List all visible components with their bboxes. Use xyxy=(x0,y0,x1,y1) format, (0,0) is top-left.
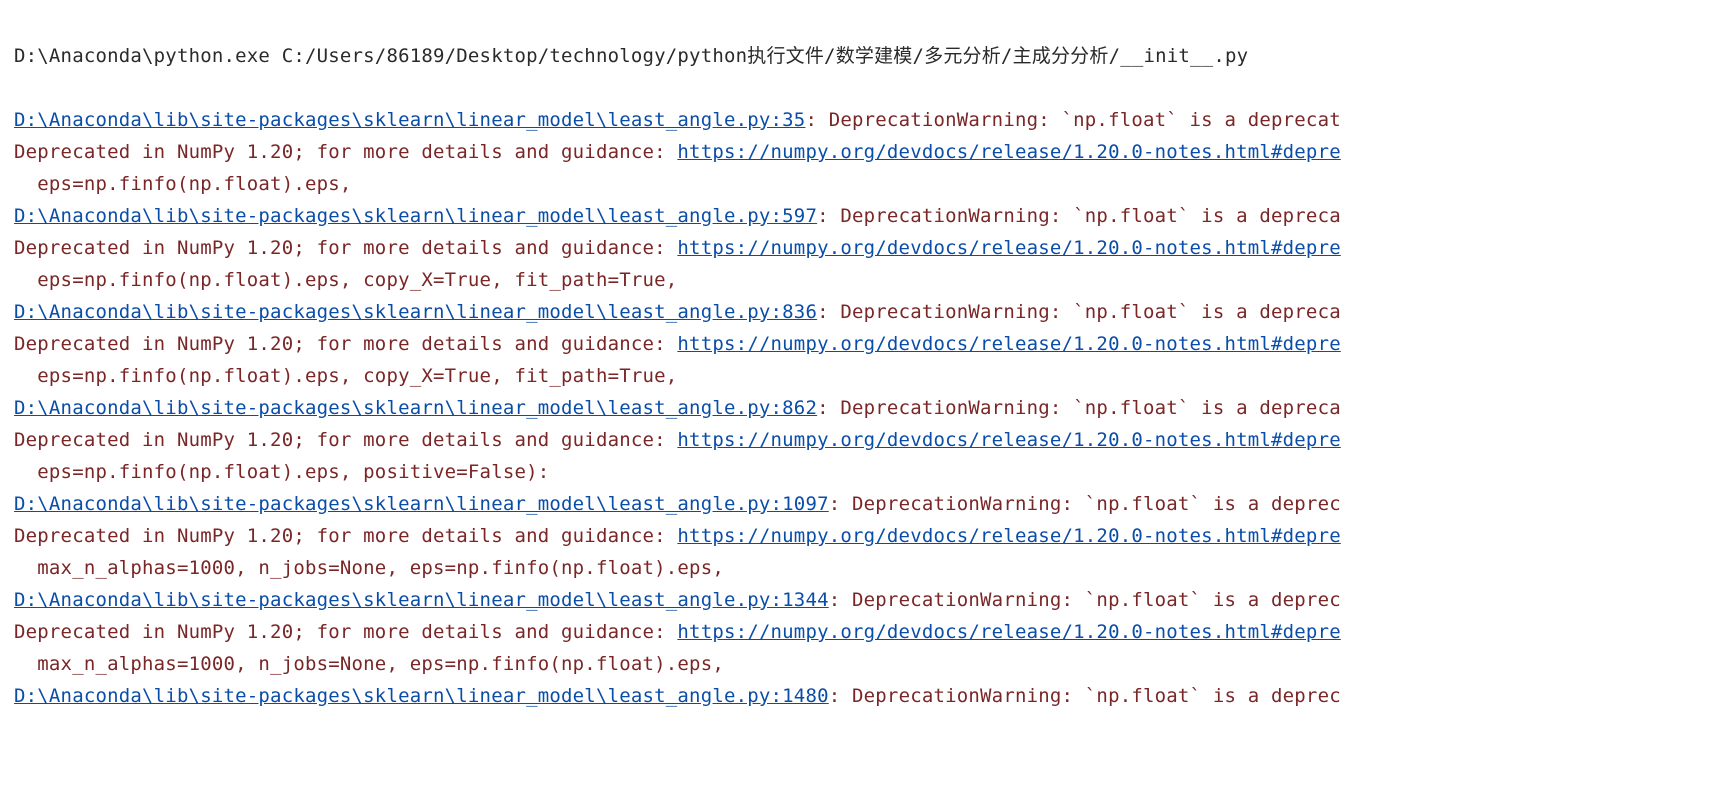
warning-message: : DeprecationWarning: `np.float` is a de… xyxy=(829,685,1341,707)
command-line: D:\Anaconda\python.exe C:/Users/86189/De… xyxy=(14,40,1722,72)
warning-file-line: D:\Anaconda\lib\site-packages\sklearn\li… xyxy=(14,680,1722,712)
warning-file-line: D:\Anaconda\lib\site-packages\sklearn\li… xyxy=(14,200,1722,232)
warning-message: : DeprecationWarning: `np.float` is a de… xyxy=(829,589,1341,611)
warning-code-line: eps=np.finfo(np.float).eps, xyxy=(14,168,1722,200)
guidance-url[interactable]: https://numpy.org/devdocs/release/1.20.0… xyxy=(677,525,1340,547)
guidance-text: Deprecated in NumPy 1.20; for more detai… xyxy=(14,525,677,547)
guidance-text: Deprecated in NumPy 1.20; for more detai… xyxy=(14,141,677,163)
file-link[interactable]: D:\Anaconda\lib\site-packages\sklearn\li… xyxy=(14,301,817,323)
guidance-text: Deprecated in NumPy 1.20; for more detai… xyxy=(14,429,677,451)
guidance-text: Deprecated in NumPy 1.20; for more detai… xyxy=(14,237,677,259)
guidance-url[interactable]: https://numpy.org/devdocs/release/1.20.0… xyxy=(677,237,1340,259)
warning-message: : DeprecationWarning: `np.float` is a de… xyxy=(817,205,1341,227)
warning-message: : DeprecationWarning: `np.float` is a de… xyxy=(805,109,1340,131)
warning-file-line: D:\Anaconda\lib\site-packages\sklearn\li… xyxy=(14,104,1722,136)
warning-file-line: D:\Anaconda\lib\site-packages\sklearn\li… xyxy=(14,584,1722,616)
warning-message: : DeprecationWarning: `np.float` is a de… xyxy=(817,301,1341,323)
file-link[interactable]: D:\Anaconda\lib\site-packages\sklearn\li… xyxy=(14,205,817,227)
file-link[interactable]: D:\Anaconda\lib\site-packages\sklearn\li… xyxy=(14,397,817,419)
guidance-text: Deprecated in NumPy 1.20; for more detai… xyxy=(14,621,677,643)
warning-guidance-line: Deprecated in NumPy 1.20; for more detai… xyxy=(14,328,1722,360)
warning-guidance-line: Deprecated in NumPy 1.20; for more detai… xyxy=(14,616,1722,648)
warning-code-line: max_n_alphas=1000, n_jobs=None, eps=np.f… xyxy=(14,552,1722,584)
warning-guidance-line: Deprecated in NumPy 1.20; for more detai… xyxy=(14,136,1722,168)
file-link[interactable]: D:\Anaconda\lib\site-packages\sklearn\li… xyxy=(14,685,829,707)
guidance-url[interactable]: https://numpy.org/devdocs/release/1.20.0… xyxy=(677,141,1340,163)
warning-file-line: D:\Anaconda\lib\site-packages\sklearn\li… xyxy=(14,488,1722,520)
warning-code-line: eps=np.finfo(np.float).eps, copy_X=True,… xyxy=(14,264,1722,296)
warning-guidance-line: Deprecated in NumPy 1.20; for more detai… xyxy=(14,424,1722,456)
console-output: D:\Anaconda\python.exe C:/Users/86189/De… xyxy=(0,0,1722,744)
warning-message: : DeprecationWarning: `np.float` is a de… xyxy=(829,493,1341,515)
file-link[interactable]: D:\Anaconda\lib\site-packages\sklearn\li… xyxy=(14,589,829,611)
guidance-url[interactable]: https://numpy.org/devdocs/release/1.20.0… xyxy=(677,333,1340,355)
warning-file-line: D:\Anaconda\lib\site-packages\sklearn\li… xyxy=(14,392,1722,424)
guidance-url[interactable]: https://numpy.org/devdocs/release/1.20.0… xyxy=(677,429,1340,451)
warning-code-line: max_n_alphas=1000, n_jobs=None, eps=np.f… xyxy=(14,648,1722,680)
warning-guidance-line: Deprecated in NumPy 1.20; for more detai… xyxy=(14,520,1722,552)
warning-file-line: D:\Anaconda\lib\site-packages\sklearn\li… xyxy=(14,296,1722,328)
warning-guidance-line: Deprecated in NumPy 1.20; for more detai… xyxy=(14,232,1722,264)
warning-code-line: eps=np.finfo(np.float).eps, copy_X=True,… xyxy=(14,360,1722,392)
guidance-text: Deprecated in NumPy 1.20; for more detai… xyxy=(14,333,677,355)
guidance-url[interactable]: https://numpy.org/devdocs/release/1.20.0… xyxy=(677,621,1340,643)
file-link[interactable]: D:\Anaconda\lib\site-packages\sklearn\li… xyxy=(14,109,805,131)
file-link[interactable]: D:\Anaconda\lib\site-packages\sklearn\li… xyxy=(14,493,829,515)
warning-code-line: eps=np.finfo(np.float).eps, positive=Fal… xyxy=(14,456,1722,488)
warning-message: : DeprecationWarning: `np.float` is a de… xyxy=(817,397,1341,419)
